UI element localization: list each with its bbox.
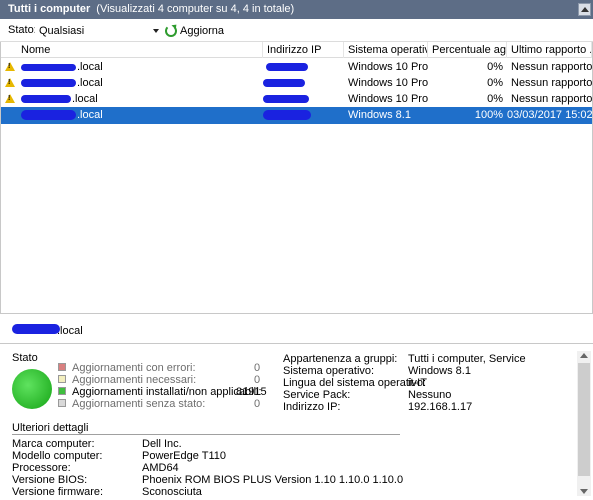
row-percent: 100% [474,109,503,121]
legend-errors-icon [58,363,66,371]
detail-key-model: Modello computer: [12,450,103,462]
info-key-service-pack: Service Pack: [283,389,351,401]
redaction-mark [21,110,76,120]
refresh-button[interactable]: Aggiorna [165,22,224,39]
scrollbar-thumb[interactable] [578,363,590,476]
status-ok-icon [12,369,52,409]
row-percent: 0% [487,93,503,105]
table-row[interactable]: .local Windows 10 Pro 0% Nessun rapporto… [1,75,592,91]
table-row[interactable]: .local Windows 10 Pro 0% Nessun rapporto… [1,59,592,75]
details-scrollbar[interactable] [577,351,591,496]
panel-subtitle: (Visualizzati 4 computer su 4, 4 in tota… [96,3,295,15]
info-value-service-pack: Nessuno [408,389,452,401]
detail-value-bios: Phoenix ROM BIOS PLUS Version 1.10 1.10.… [142,474,404,486]
warning-icon [5,78,15,87]
more-details-title: Ulteriori dettagli [12,422,89,434]
section-divider [12,434,400,435]
detail-value-firmware: Sconosciuta [142,486,202,498]
column-header-name[interactable]: Nome [1,42,263,58]
redaction-mark [266,63,308,71]
info-key-ip: Indirizzo IP: [283,401,341,413]
column-header-percent[interactable]: Percentuale ag... [428,42,507,58]
row-percent: 0% [487,77,503,89]
row-percent: 0% [487,61,503,73]
info-key-groups: Appartenenza a gruppi: [283,353,398,365]
row-name: .local [77,109,103,121]
refresh-label: Aggiorna [180,24,225,37]
details-panel: Stato Aggiornamenti con errori: 0 Aggior… [0,345,593,500]
legend-needed-value: 0 [254,374,261,386]
legend-installed-label: Aggiornamenti installati/non applicabili… [72,386,262,398]
row-os: Windows 10 Pro [348,61,428,73]
info-key-os: Sistema operativo: [283,365,375,377]
row-name: .local [72,93,98,105]
status-section-title: Stato [12,352,38,364]
detail-value-manufacturer: Dell Inc. [142,438,182,450]
legend-installed-value: 81915 [236,386,267,398]
computers-table: Nome Indirizzo IP Sistema operativo Perc… [0,42,593,314]
selected-computer-name: .local [57,325,83,337]
row-os: Windows 10 Pro [348,77,428,89]
legend-needed-icon [58,375,66,383]
panel-title: Tutti i computer [8,3,91,15]
warning-icon [5,62,15,71]
selected-computer-header: .local [0,314,593,344]
collapse-up-icon[interactable] [578,3,591,16]
table-header: Nome Indirizzo IP Sistema operativo Perc… [1,42,592,58]
detail-key-bios: Versione BIOS: [12,474,88,486]
filter-toolbar: Stato: Qualsiasi Aggiorna [0,19,593,42]
panel-titlebar: Tutti i computer (Visualizzati 4 computer… [0,0,593,19]
status-filter-select[interactable]: Qualsiasi [35,22,162,39]
scroll-down-icon[interactable] [580,489,588,494]
detail-value-processor: AMD64 [142,462,179,474]
legend-nostatus-value: 0 [254,398,261,410]
row-os: Windows 10 Pro [348,93,428,105]
chevron-down-icon [153,29,159,33]
row-name: .local [77,77,103,89]
detail-key-processor: Processore: [12,462,71,474]
info-value-os: Windows 8.1 [408,365,471,377]
column-header-ip[interactable]: Indirizzo IP [263,42,344,58]
column-header-os[interactable]: Sistema operativo [344,42,428,58]
legend-needed-label: Aggiornamenti necessari: [72,374,197,386]
scroll-up-icon[interactable] [580,353,588,358]
row-name: .local [77,61,103,73]
row-last-report: 03/03/2017 15:02 [507,109,592,121]
detail-key-manufacturer: Marca computer: [12,438,95,450]
redaction-mark [12,324,60,334]
info-key-language: Lingua del sistema operativo: [283,377,427,389]
column-header-last-report[interactable]: Ultimo rapporto ... [507,42,592,58]
redaction-mark [263,79,305,87]
legend-nostatus-icon [58,399,66,407]
status-filter-value: Qualsiasi [39,25,85,37]
redaction-mark [263,95,309,103]
legend-nostatus-label: Aggiornamenti senza stato: [72,398,206,410]
info-value-ip: 192.168.1.17 [408,401,473,413]
info-value-groups: Tutti i computer, Service [408,353,526,365]
table-row-selected[interactable]: .local Windows 8.1 100% 03/03/2017 15:02 [1,107,592,124]
warning-icon [5,94,15,103]
refresh-icon [165,24,177,37]
redaction-mark [21,95,71,103]
redaction-mark [21,64,76,71]
row-last-report: Nessun rapporto ... [511,93,592,105]
legend-installed-icon [58,387,66,395]
redaction-mark [263,110,311,120]
status-filter-label: Stato: [8,24,37,36]
row-last-report: Nessun rapporto ... [511,77,592,89]
row-last-report: Nessun rapporto ... [511,61,592,73]
info-value-language: it-IT [408,377,427,389]
detail-value-model: PowerEdge T110 [142,450,226,462]
legend-errors-label: Aggiornamenti con errori: [72,362,196,374]
redaction-mark [21,79,76,87]
legend-errors-value: 0 [254,362,261,374]
detail-key-firmware: Versione firmware: [12,486,104,498]
row-os: Windows 8.1 [348,109,411,121]
table-row[interactable]: .local Windows 10 Pro 0% Nessun rapporto… [1,91,592,107]
